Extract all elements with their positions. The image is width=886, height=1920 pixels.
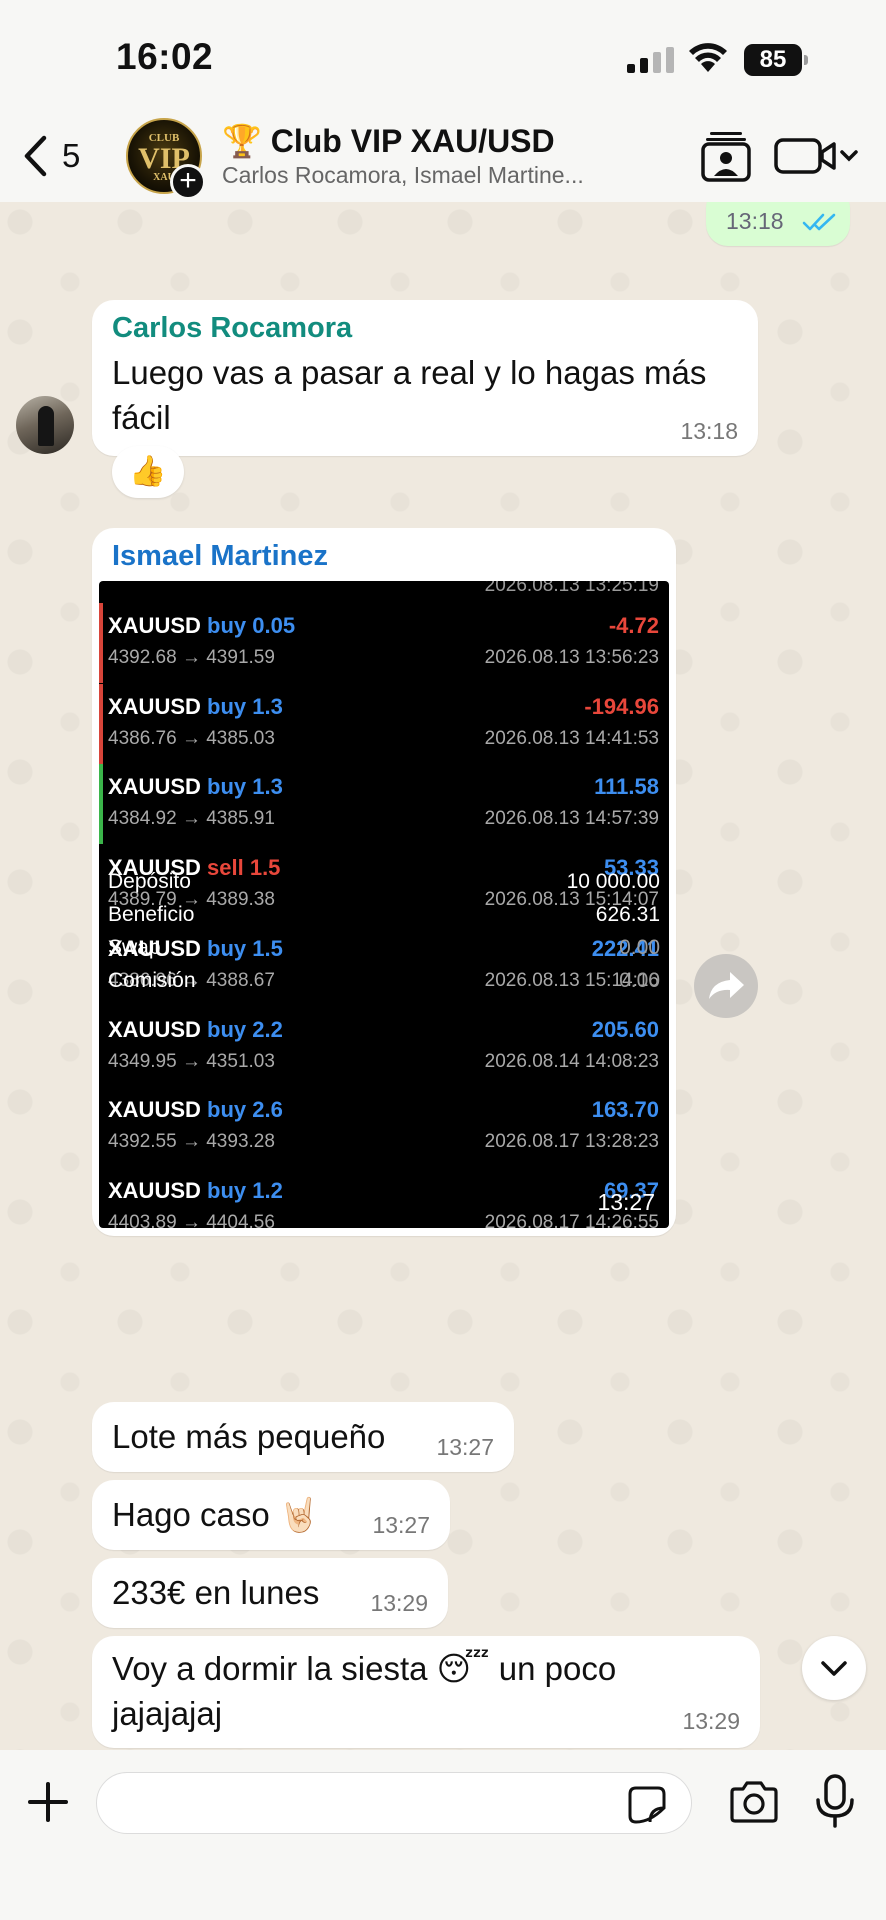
trade-row: XAUUSD buy 1.2 4403.89 → 4404.56 69.37 2026…: [99, 1168, 669, 1228]
trade-history-image[interactable]: 2026.08.13 13:25:19 XAUUSD buy 0.05 4392.…: [99, 581, 669, 1228]
chat-subtitle[interactable]: Carlos Rocamora, Ismael Martine...: [222, 162, 642, 189]
message-text: Luego vas a pasar a real y lo hagas más …: [112, 354, 707, 436]
summary-value: 10 000.00: [566, 870, 660, 893]
trade-date: 2026.08.13 13:25:19: [484, 581, 659, 596]
sticker-icon[interactable]: [628, 1786, 666, 1824]
chevron-left-icon: [24, 135, 47, 177]
message-input[interactable]: [96, 1772, 692, 1834]
message-time: 13:18: [726, 208, 784, 234]
message-time: 13:27: [436, 1434, 494, 1460]
incoming-message-bubble[interactable]: 233€ en lunes 13:29: [92, 1558, 448, 1628]
video-camera-icon[interactable]: [774, 136, 858, 176]
message-text: Hago caso 🤘🏻: [112, 1496, 321, 1533]
trade-prices: 4392.68 → 4391.59: [108, 647, 275, 668]
chat-area[interactable]: 13:18 Carlos Rocamora Luego vas a pasar …: [0, 202, 886, 1750]
battery-level: 85: [744, 44, 802, 76]
trade-side: buy 0.05: [207, 613, 296, 638]
contact-card-icon[interactable]: [700, 130, 752, 182]
summary-value: 0.00: [619, 969, 660, 992]
trade-symbol: XAUUSD buy 2.2: [108, 1016, 283, 1042]
summary-row: Depósito 10 000.00: [108, 870, 660, 894]
chat-header: 5 CLUB VIP XAU + 🏆 Club VIP XAU/USD Carl…: [0, 110, 886, 202]
trade-side: buy 2.2: [207, 1016, 283, 1042]
trade-prices: 4384.92 → 4385.91: [108, 808, 275, 830]
back-button[interactable]: 5: [22, 132, 102, 180]
summary-row: Comisión 0.00: [108, 969, 660, 993]
outgoing-message-bubble[interactable]: 13:18: [706, 202, 850, 246]
message-text: Voy a dormir la siesta 😴 un poco jajajaj…: [112, 1650, 617, 1732]
add-status-icon[interactable]: +: [170, 164, 206, 200]
trade-date: 2026.08.13 13:56:23: [484, 647, 659, 668]
summary-label: Depósito: [108, 870, 191, 893]
trade-row: XAUUSD buy 0.05 4392.68 → 4391.59 -4.72 202…: [99, 603, 669, 683]
summary-row: Swap 0.00: [108, 936, 660, 960]
chat-title[interactable]: 🏆 Club VIP XAU/USD: [222, 122, 555, 160]
trade-side: buy 1.2: [207, 1177, 283, 1203]
incoming-message-bubble[interactable]: Voy a dormir la siesta 😴 un poco jajajaj…: [92, 1636, 760, 1748]
double-check-icon: [802, 213, 836, 231]
chevron-down-icon[interactable]: [802, 1636, 866, 1700]
summary-value: 0.00: [619, 936, 660, 959]
trade-row: XAUUSD buy 1.3 4384.92 → 4385.91 111.58 202…: [99, 764, 669, 845]
incoming-message-bubble[interactable]: Carlos Rocamora Luego vas a pasar a real…: [92, 300, 758, 456]
trade-date: 2026.08.14 14:08:23: [484, 1050, 659, 1072]
camera-icon[interactable]: [728, 1780, 780, 1824]
trade-prices: 4386.76 → 4385.03: [108, 727, 275, 749]
message-time: 13:29: [370, 1590, 428, 1616]
cellular-signal-icon: [627, 47, 674, 73]
trade-date: 2026.08.13 14:41:53: [484, 727, 659, 749]
forward-icon[interactable]: [694, 954, 758, 1018]
trade-symbol: XAUUSD buy 1.3: [108, 774, 283, 800]
trade-symbol: XAUUSD buy 2.6: [108, 1097, 283, 1123]
unread-count: 5: [62, 137, 81, 174]
trade-prices: 4349.95 → 4351.03: [108, 1050, 275, 1072]
message-text: Lote más pequeño: [112, 1418, 386, 1455]
message-text: 233€ en lunes: [112, 1574, 320, 1611]
trade-date: 2026.08.13 14:57:39: [484, 808, 659, 830]
summary-row: Beneficio 626.31: [108, 903, 660, 927]
incoming-message-bubble[interactable]: Hago caso 🤘🏻 13:27: [92, 1480, 450, 1550]
summary-label: Beneficio: [108, 903, 195, 926]
trade-profit: 111.58: [594, 774, 659, 800]
trade-profit: -4.72: [608, 613, 659, 638]
trade-symbol: XAUUSD buy 1.2: [108, 1177, 283, 1203]
trade-symbol: XAUUSD buy 1.3: [108, 693, 283, 719]
message-time: 13:27: [372, 1512, 430, 1538]
trade-side: buy 1.3: [207, 693, 283, 719]
sender-avatar[interactable]: [16, 396, 74, 454]
battery-icon: 85: [744, 44, 808, 76]
trade-row: XAUUSD buy 2.2 4349.95 → 4351.03 205.60 202…: [99, 1007, 669, 1087]
trade-row: XAUUSD buy 2.6 4392.55 → 4393.28 163.70 202…: [99, 1087, 669, 1167]
reaction-badge[interactable]: 👍: [112, 446, 184, 498]
wifi-icon: [689, 43, 727, 72]
summary-label: Swap: [108, 936, 161, 959]
summary-value: 626.31: [595, 903, 660, 926]
trade-row: XAUUSD buy 1.3 4386.76 → 4385.03 -194.96 20…: [99, 683, 669, 764]
trade-side: buy 1.3: [207, 774, 283, 800]
plus-icon[interactable]: [26, 1780, 70, 1824]
trade-date: 2026.08.17 13:28:23: [484, 1131, 659, 1153]
trade-symbol: XAUUSD buy 0.05: [108, 613, 296, 638]
trade-prices: 4392.55 → 4393.28: [108, 1131, 275, 1153]
message-time: 13:29: [682, 1708, 740, 1734]
summary-label: Comisión: [108, 969, 196, 992]
status-bar: 16:02 85: [0, 0, 886, 110]
trade-prices: 4403.89 → 4404.56: [108, 1211, 275, 1228]
sender-name[interactable]: Ismael Martinez: [112, 540, 328, 573]
message-time: 13:18: [680, 418, 738, 444]
trade-profit: 163.70: [591, 1097, 659, 1123]
status-time: 16:02: [116, 36, 214, 77]
sender-name[interactable]: Carlos Rocamora: [112, 312, 352, 345]
incoming-message-bubble[interactable]: Lote más pequeño 13:27: [92, 1402, 514, 1472]
trade-profit: -194.96: [584, 693, 659, 719]
message-time: 13:27: [597, 1189, 655, 1215]
microphone-icon[interactable]: [814, 1774, 856, 1828]
trade-profit: 205.60: [591, 1016, 659, 1042]
message-composer: [0, 1750, 886, 1920]
trade-side: buy 2.6: [207, 1097, 283, 1123]
